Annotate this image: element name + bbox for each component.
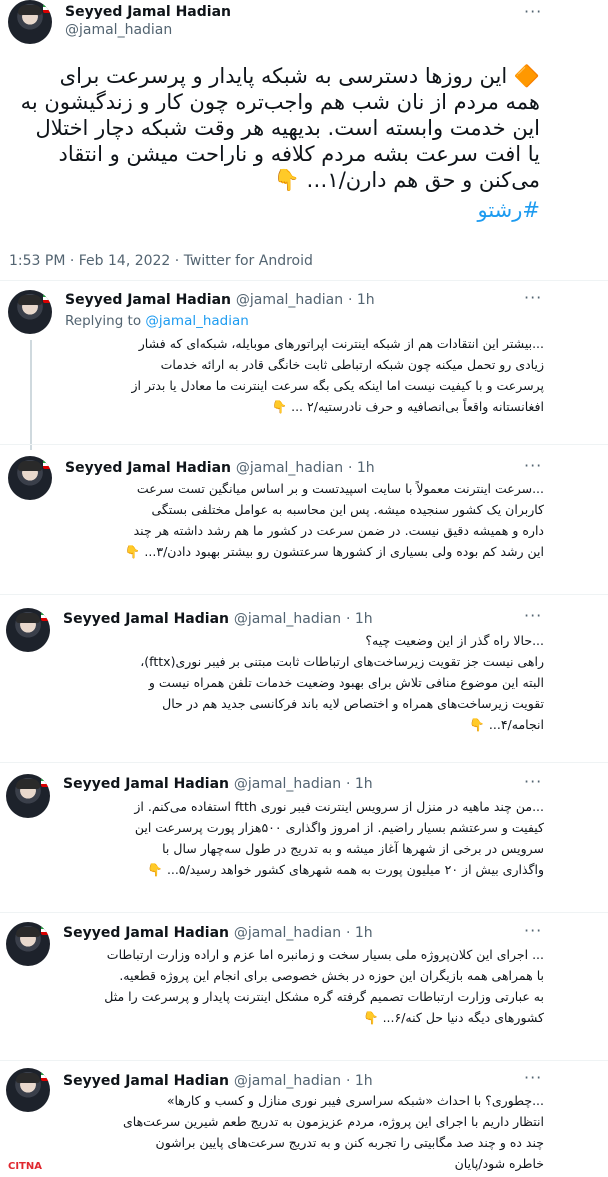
more-options-icon[interactable]: ··· (524, 2, 542, 21)
reply-handle: @jamal_hadian (235, 460, 344, 476)
tweet-timestamp[interactable]: 1:53 PM · Feb 14, 2022 · Twitter for And… (9, 253, 313, 269)
reply-author-name: Seyyed Jamal Hadian (63, 611, 229, 627)
reply-author-name: Seyyed Jamal Hadian (63, 925, 229, 941)
reply-handle: @jamal_hadian (233, 925, 342, 941)
author-name[interactable]: Seyyed Jamal Hadian (65, 4, 231, 20)
divider (0, 762, 608, 763)
reply-author-name: Seyyed Jamal Hadian (63, 1073, 229, 1089)
avatar[interactable] (8, 290, 52, 334)
reply-author[interactable]: Seyyed Jamal Hadian @jamal_hadian · 1h (65, 460, 375, 476)
replying-to-link[interactable]: @jamal_hadian (145, 313, 248, 329)
reply-author[interactable]: Seyyed Jamal Hadian @jamal_hadian · 1h (63, 776, 373, 792)
reply-text: ...من چند ماهیه در منزل از سرویس اینترنت… (134, 799, 544, 877)
reply-time: · 1h (346, 611, 373, 627)
flag-icon (41, 1072, 50, 1081)
author-handle[interactable]: @jamal_hadian (65, 22, 172, 38)
avatar[interactable] (6, 922, 50, 966)
thread-line (30, 340, 32, 450)
more-options-icon[interactable]: ··· (524, 921, 542, 940)
more-options-icon[interactable]: ··· (524, 1068, 542, 1087)
avatar[interactable] (8, 0, 52, 44)
more-options-icon[interactable]: ··· (524, 456, 542, 475)
flag-icon (41, 778, 50, 787)
reply-author-name: Seyyed Jamal Hadian (65, 292, 231, 308)
reply-time: · 1h (348, 460, 375, 476)
divider (0, 444, 608, 445)
divider (0, 1060, 608, 1061)
reply-author[interactable]: Seyyed Jamal Hadian @jamal_hadian · 1h (63, 1073, 373, 1089)
reply-author[interactable]: Seyyed Jamal Hadian @jamal_hadian · 1h (63, 925, 373, 941)
watermark-logo: CITNA (8, 1161, 42, 1172)
reply-author[interactable]: Seyyed Jamal Hadian @jamal_hadian · 1h (65, 292, 375, 308)
replying-label: Replying to (65, 313, 142, 329)
reply-handle: @jamal_hadian (233, 776, 342, 792)
more-options-icon[interactable]: ··· (524, 772, 542, 791)
reply-handle: @jamal_hadian (233, 1073, 342, 1089)
hashtag-link[interactable]: #رشتو (10, 197, 540, 223)
reply-handle: @jamal_hadian (233, 611, 342, 627)
reply-author-name: Seyyed Jamal Hadian (63, 776, 229, 792)
avatar[interactable] (6, 608, 50, 652)
reply-time: · 1h (346, 1073, 373, 1089)
reply-text: ...بیشتر این انتقادات هم از شبکه اینترنت… (131, 336, 544, 414)
reply-author-name: Seyyed Jamal Hadian (65, 460, 231, 476)
tweet-text: 🔶 این روزها دسترسی به شبکه پایدار و پرسر… (20, 64, 540, 192)
flag-icon (43, 294, 52, 303)
flag-icon (43, 4, 52, 13)
divider (0, 280, 608, 281)
avatar[interactable] (8, 456, 52, 500)
flag-icon (43, 460, 52, 469)
reply-time: · 1h (348, 292, 375, 308)
reply-handle: @jamal_hadian (235, 292, 344, 308)
more-options-icon[interactable]: ··· (524, 288, 542, 307)
reply-text: ...چطوری؟ با احداث «شبکه سراسری فیبر نور… (122, 1093, 544, 1171)
reply-text: ...حالا راه گذر از این وضعیت چیه؟ راهی ن… (140, 633, 544, 732)
divider (0, 594, 608, 595)
reply-time: · 1h (346, 776, 373, 792)
reply-text: ...سرعت اینترنت معمولاً با سایت اسپیدتست… (124, 481, 544, 559)
avatar[interactable] (6, 774, 50, 818)
replying-to: Replying to @jamal_hadian (65, 313, 249, 329)
reply-time: · 1h (346, 925, 373, 941)
flag-icon (41, 612, 50, 621)
divider (0, 912, 608, 913)
flag-icon (41, 926, 50, 935)
more-options-icon[interactable]: ··· (524, 606, 542, 625)
reply-text: ... اجرای این کلان‌پروژه ملی بسیار سخت و… (104, 947, 544, 1025)
reply-author[interactable]: Seyyed Jamal Hadian @jamal_hadian · 1h (63, 611, 373, 627)
avatar[interactable] (6, 1068, 50, 1112)
